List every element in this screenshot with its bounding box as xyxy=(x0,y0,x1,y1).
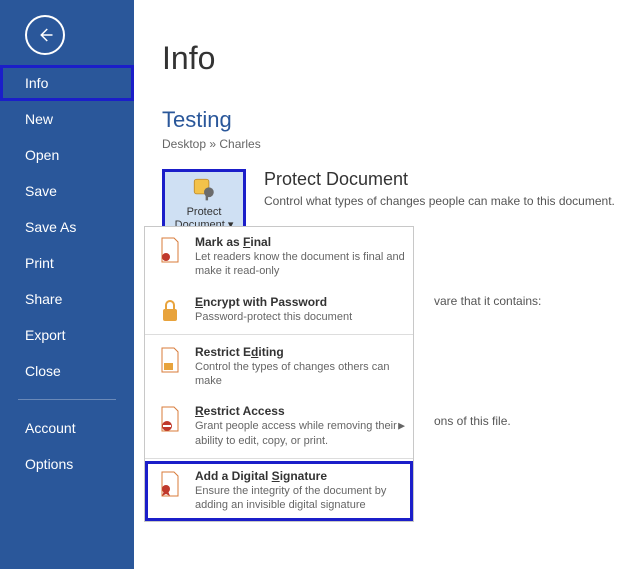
sidebar-item-share[interactable]: Share xyxy=(0,281,134,317)
chevron-right-icon: ▶ xyxy=(398,421,405,432)
desc: Ensure the integrity of the document by … xyxy=(195,484,405,513)
sidebar-item-close[interactable]: Close xyxy=(0,353,134,389)
document-ribbon-icon xyxy=(155,469,185,513)
menu-item-mark-as-final[interactable]: Mark as Final Let readers know the docum… xyxy=(145,227,413,287)
protect-title: Protect Document xyxy=(264,169,615,190)
sidebar-item-account[interactable]: Account xyxy=(0,410,134,446)
label: Close xyxy=(25,363,61,379)
sidebar-item-print[interactable]: Print xyxy=(0,245,134,281)
sidebar-item-save[interactable]: Save xyxy=(0,173,134,209)
sidebar-item-new[interactable]: New xyxy=(0,101,134,137)
content-area: Info Testing Desktop » Charles Protect D… xyxy=(134,0,635,239)
menu-divider xyxy=(145,334,413,335)
sidebar-item-info[interactable]: Info xyxy=(0,65,134,101)
page-title: Info xyxy=(162,40,635,77)
document-name: Testing xyxy=(162,107,635,133)
label: Open xyxy=(25,147,59,163)
sidebar-item-options[interactable]: Options xyxy=(0,446,134,482)
title: Restrict Editing xyxy=(195,345,405,359)
label: Share xyxy=(25,291,62,307)
title: Encrypt with Password xyxy=(195,295,405,309)
label: Print xyxy=(25,255,54,271)
menu-item-restrict-editing[interactable]: Restrict Editing Control the types of ch… xyxy=(145,337,413,397)
label: Info xyxy=(25,75,48,91)
background-text-versions: ons of this file. xyxy=(434,414,511,428)
title: Restrict Access xyxy=(195,404,405,418)
title: Add a Digital Signature xyxy=(195,469,405,483)
protect-document-menu: Mark as Final Let readers know the docum… xyxy=(144,226,414,522)
label1: Protect xyxy=(187,206,222,219)
label: New xyxy=(25,111,53,127)
background-text-inspect: vare that it contains: xyxy=(434,294,541,308)
sidebar: Info New Open Save Save As Print Share E… xyxy=(0,0,134,569)
lock-key-icon xyxy=(191,176,217,202)
title: Mark as Final xyxy=(195,235,405,249)
label: Account xyxy=(25,420,76,436)
document-badge-icon xyxy=(155,235,185,279)
document-block-icon xyxy=(155,404,185,448)
breadcrumb: Desktop » Charles xyxy=(162,137,635,151)
label: Save As xyxy=(25,219,76,235)
menu-item-digital-signature[interactable]: Add a Digital Signature Ensure the integ… xyxy=(145,461,413,521)
sidebar-divider xyxy=(18,399,116,400)
sidebar-item-save-as[interactable]: Save As xyxy=(0,209,134,245)
menu-item-encrypt[interactable]: Encrypt with Password Password-protect t… xyxy=(145,287,413,332)
menu-item-restrict-access[interactable]: Restrict Access Grant people access whil… xyxy=(145,396,413,456)
desc: Password-protect this document xyxy=(195,310,405,324)
arrow-left-icon xyxy=(36,26,54,44)
back-button[interactable] xyxy=(25,15,65,55)
protect-subtitle: Control what types of changes people can… xyxy=(264,194,615,208)
label: Export xyxy=(25,327,65,343)
label: Options xyxy=(25,456,73,472)
label: Save xyxy=(25,183,57,199)
desc: Let readers know the document is final a… xyxy=(195,250,405,279)
desc: Grant people access while removing their… xyxy=(195,419,405,448)
protect-info: Protect Document Control what types of c… xyxy=(264,169,615,208)
sidebar-item-export[interactable]: Export xyxy=(0,317,134,353)
lock-icon xyxy=(155,295,185,324)
document-lock-icon xyxy=(155,345,185,389)
sidebar-item-open[interactable]: Open xyxy=(0,137,134,173)
desc: Control the types of changes others can … xyxy=(195,360,405,389)
menu-divider xyxy=(145,458,413,459)
